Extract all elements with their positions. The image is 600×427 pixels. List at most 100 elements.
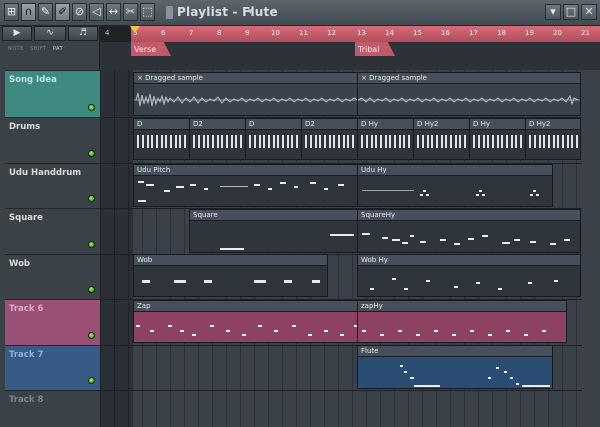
note (180, 330, 184, 332)
track-enable-led-icon[interactable] (88, 286, 95, 293)
clip-label: Udu Pitch (137, 166, 171, 174)
pattern-clip[interactable]: SquareHy (357, 209, 581, 253)
mode-shift[interactable]: SHIFT (30, 46, 47, 52)
pattern-clip[interactable]: Udu Hy (357, 164, 553, 207)
note (308, 334, 312, 336)
pattern-clip[interactable]: Zap (133, 300, 358, 343)
magnet-icon[interactable]: ∩ (21, 3, 36, 21)
pattern-clip[interactable]: Wob Hy (357, 254, 581, 297)
select-icon[interactable]: ⬚ (140, 3, 155, 21)
drum-step (305, 135, 307, 148)
pencil-icon[interactable]: ✎ (38, 3, 53, 21)
clip-label: D Hy (361, 120, 379, 128)
pattern-clip[interactable]: zapHy (357, 300, 567, 343)
bar-number: 11 (299, 29, 308, 37)
note (268, 188, 272, 190)
note (382, 237, 388, 239)
pattern-clip[interactable]: D Hy2 (413, 118, 470, 160)
track-enable-led-icon[interactable] (88, 150, 95, 157)
maximize-icon[interactable]: □ (563, 4, 579, 20)
track-enable-led-icon[interactable] (88, 377, 95, 384)
pattern-clip[interactable]: Wob (133, 254, 328, 297)
play-pattern-icon[interactable]: ▶ (2, 26, 32, 41)
marker-tribal[interactable]: Tribal (355, 42, 395, 56)
track-name: Song Idea (9, 75, 57, 85)
drum-step (184, 135, 186, 148)
delete-icon[interactable]: ⊘ (72, 3, 87, 21)
drum-step (394, 135, 396, 148)
timeline-ruler[interactable]: 4 5 6 7 8 9 10 11 12 13 14 15 16 17 18 1… (100, 26, 600, 42)
clip-header: Wob Hy (358, 255, 580, 266)
clip-body (414, 130, 469, 159)
title-dropdown-arrow-icon[interactable]: ▾ (248, 7, 253, 17)
clip-header: Zap (134, 301, 357, 312)
clip-body (134, 130, 189, 159)
drum-step (268, 135, 270, 148)
track-udu-handdrum[interactable]: Udu Handdrum (5, 163, 100, 208)
track-7[interactable]: Track 7 (5, 345, 100, 390)
bar-number: 18 (497, 29, 506, 37)
grid-icon[interactable]: ⊞ (4, 3, 19, 21)
clip-body (246, 130, 301, 159)
audio-clip[interactable]: × Dragged sample (133, 72, 358, 116)
pattern-icon[interactable]: ♬ (68, 26, 98, 41)
marker-verse[interactable]: Verse (131, 42, 171, 56)
note (420, 194, 423, 196)
clip-header: D2 (190, 119, 245, 130)
clip-body (358, 312, 566, 342)
track-drums[interactable]: Drums (5, 117, 100, 163)
pattern-clip[interactable]: D2 (189, 118, 246, 160)
slip-icon[interactable]: ↔ (106, 3, 121, 21)
pattern-clip[interactable]: Flute (357, 345, 553, 389)
note (498, 288, 502, 290)
mute-icon[interactable]: ◁ (89, 3, 104, 21)
mode-pat[interactable]: PAT (53, 46, 63, 52)
playhead-marker-icon[interactable] (130, 26, 140, 33)
vertical-scrollbar[interactable] (582, 70, 600, 427)
track-enable-led-icon[interactable] (88, 332, 95, 339)
drum-step (464, 135, 466, 148)
paint-icon[interactable]: ✐ (55, 3, 70, 21)
track-8[interactable]: Track 8 (5, 390, 100, 427)
pattern-clip[interactable]: D2 (301, 118, 358, 160)
automation-icon[interactable]: ∿ (34, 26, 66, 41)
bar-number: 10 (271, 29, 280, 37)
track-song-idea[interactable]: Song Idea (5, 70, 100, 117)
note (380, 334, 384, 336)
note (370, 288, 374, 290)
pattern-clip[interactable]: D (245, 118, 302, 160)
audio-clip[interactable]: × Dragged sample (357, 72, 581, 116)
note (190, 184, 196, 186)
track-square[interactable]: Square (5, 208, 100, 254)
drum-step (543, 135, 545, 148)
drum-step (562, 135, 564, 148)
pattern-clip[interactable]: Udu Pitch (133, 164, 358, 207)
drum-step (455, 135, 457, 148)
track-enable-led-icon[interactable] (88, 241, 95, 248)
window-title[interactable]: Playlist - Flute (177, 5, 278, 19)
mode-note[interactable]: NOTE (8, 46, 24, 52)
note (330, 234, 354, 236)
note (324, 330, 328, 332)
drum-step (147, 135, 149, 148)
track-wob[interactable]: Wob (5, 254, 100, 299)
drum-step (142, 135, 144, 148)
track-enable-led-icon[interactable] (88, 195, 95, 202)
clip-body (526, 130, 580, 159)
slice-icon[interactable]: ✂ (123, 3, 138, 21)
note (468, 238, 474, 240)
clip-header: D2 (302, 119, 357, 130)
pattern-clip[interactable]: Square (189, 209, 358, 253)
pattern-clip[interactable]: D Hy (469, 118, 526, 160)
pattern-clip[interactable]: D (133, 118, 190, 160)
pattern-clip[interactable]: D Hy2 (525, 118, 581, 160)
note (510, 377, 513, 379)
playlist-grid[interactable]: × Dragged sample × Dragged sample D D2 D… (100, 70, 600, 427)
track-enable-led-icon[interactable] (88, 104, 95, 111)
close-icon[interactable]: ✕ (581, 4, 597, 20)
note (192, 334, 196, 336)
track-6[interactable]: Track 6 (5, 299, 100, 345)
window-menu-icon[interactable]: ▾ (545, 4, 561, 20)
note (496, 367, 499, 369)
pattern-clip[interactable]: D Hy (357, 118, 414, 160)
